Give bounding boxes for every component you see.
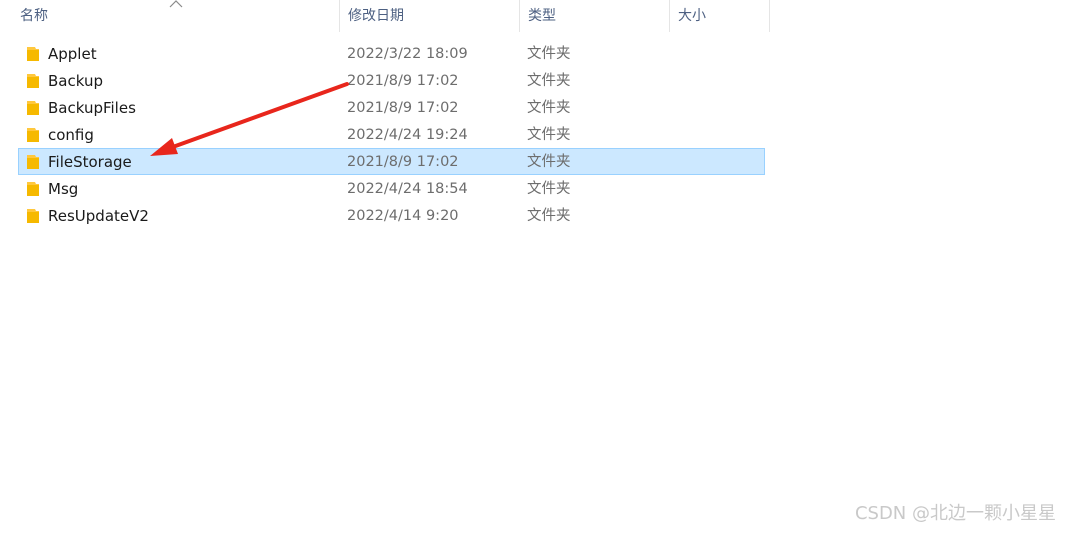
file-row-resupdatev2[interactable]: ResUpdateV2 2022/4/14 9:20 文件夹 (18, 202, 765, 229)
file-type: 文件夹 (527, 208, 571, 224)
file-date: 2022/3/22 18:09 (347, 46, 468, 62)
file-row-backup[interactable]: Backup 2021/8/9 17:02 文件夹 (18, 67, 765, 94)
file-row-msg[interactable]: Msg 2022/4/24 18:54 文件夹 (18, 175, 765, 202)
folder-icon (27, 101, 39, 115)
file-name: Backup (48, 72, 103, 90)
folder-icon (27, 47, 39, 61)
column-header-type[interactable]: 类型 (520, 0, 670, 32)
column-header-date[interactable]: 修改日期 (340, 0, 520, 32)
file-date: 2021/8/9 17:02 (347, 73, 459, 89)
file-name: Applet (48, 45, 97, 63)
folder-icon (27, 74, 39, 88)
file-row-filestorage[interactable]: FileStorage 2021/8/9 17:02 文件夹 (18, 148, 765, 175)
column-header-date-label: 修改日期 (348, 8, 404, 24)
file-name: ResUpdateV2 (48, 207, 149, 225)
file-name: Msg (48, 180, 79, 198)
column-header-name-label: 名称 (20, 8, 48, 24)
column-header-row: 名称 修改日期 类型 大小 (0, 0, 770, 32)
file-row-backupfiles[interactable]: BackupFiles 2021/8/9 17:02 文件夹 (18, 94, 765, 121)
column-header-type-label: 类型 (528, 8, 556, 24)
folder-icon (27, 209, 39, 223)
file-name: BackupFiles (48, 99, 136, 117)
column-header-size-label: 大小 (678, 8, 706, 24)
sort-up-icon[interactable] (169, 0, 183, 8)
file-type: 文件夹 (527, 73, 571, 89)
file-date: 2022/4/14 9:20 (347, 208, 459, 224)
folder-icon (27, 182, 39, 196)
file-date: 2021/8/9 17:02 (347, 154, 459, 170)
file-type: 文件夹 (527, 154, 571, 170)
file-row-applet[interactable]: Applet 2022/3/22 18:09 文件夹 (18, 40, 765, 67)
file-date: 2021/8/9 17:02 (347, 100, 459, 116)
file-type: 文件夹 (527, 181, 571, 197)
file-explorer-view: 名称 修改日期 类型 大小 Applet 2022/3/22 18:09 文件夹 (0, 0, 1072, 533)
file-date: 2022/4/24 18:54 (347, 181, 468, 197)
file-type: 文件夹 (527, 100, 571, 116)
folder-icon (27, 155, 39, 169)
folder-icon (27, 128, 39, 142)
file-type: 文件夹 (527, 127, 571, 143)
file-name: config (48, 126, 94, 144)
file-date: 2022/4/24 19:24 (347, 127, 468, 143)
file-type: 文件夹 (527, 46, 571, 62)
file-row-config[interactable]: config 2022/4/24 19:24 文件夹 (18, 121, 765, 148)
column-header-size[interactable]: 大小 (670, 0, 770, 32)
watermark: CSDN @北边一颗小星星 (854, 503, 1056, 524)
file-name: FileStorage (48, 153, 132, 171)
